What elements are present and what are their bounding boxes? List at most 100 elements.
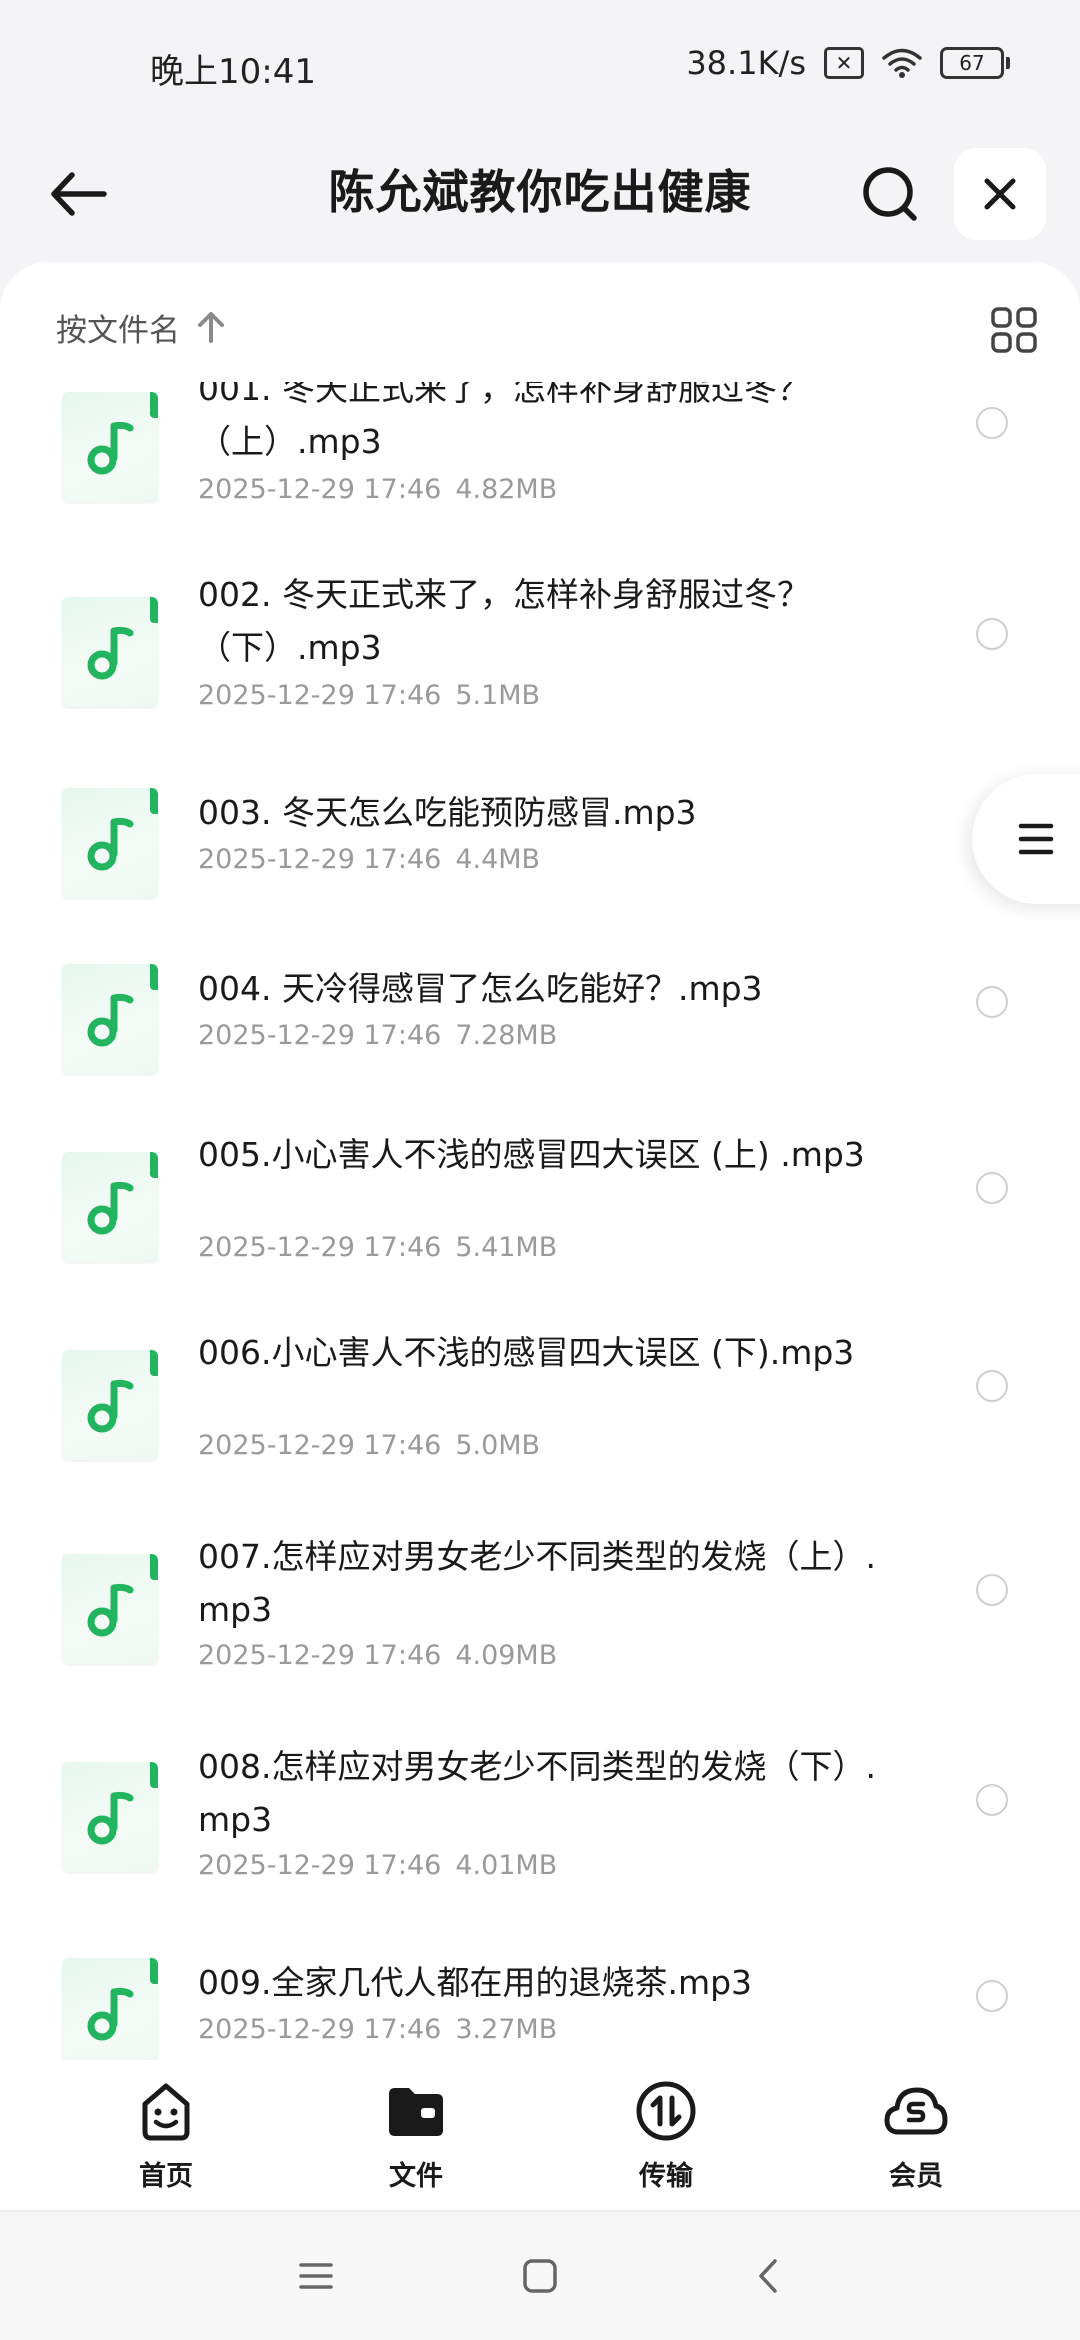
select-radio[interactable]: [976, 1980, 1008, 2012]
chevron-left-icon: [759, 2259, 777, 2293]
file-name: 005.小心害人不浅的感冒四大误区 (上) .mp3: [198, 1135, 865, 1174]
list-item[interactable]: 008.怎样应对男女老少不同类型的发烧（下）.mp3 2025-12-29 17…: [0, 1747, 1080, 1932]
file-date: 2025-12-29 17:46: [198, 844, 442, 875]
search-button[interactable]: [848, 152, 932, 236]
nav-files[interactable]: 文件: [336, 2078, 496, 2208]
list-item[interactable]: 002. 冬天正式来了，怎样补身舒服过冬？（下）.mp3 2025-12-29 …: [0, 575, 1080, 762]
audio-file-icon: [62, 1762, 158, 1872]
select-radio[interactable]: [976, 1784, 1008, 1816]
battery-level: 67: [940, 47, 1004, 79]
file-date: 2025-12-29 17:46: [198, 1640, 442, 1671]
no-sim-icon: ✕: [824, 47, 864, 79]
list-item[interactable]: 006.小心害人不浅的感冒四大误区 (下).mp3 2025-12-29 17:…: [0, 1333, 1080, 1518]
status-time: 晚上10:41: [150, 52, 316, 92]
sort-label: 按文件名: [56, 312, 180, 349]
list-item[interactable]: 007.怎样应对男女老少不同类型的发烧（上）.mp3 2025-12-29 17…: [0, 1537, 1080, 1722]
file-list-panel: 按文件名 001. 冬天正式来了，怎样补身舒服过冬？（上）.mp3 2025-1…: [0, 262, 1080, 2060]
file-name: 008.怎样应对男女老少不同类型的发烧（下）.mp3: [198, 1747, 876, 1839]
folder-icon: [389, 2088, 443, 2136]
audio-file-icon: [62, 964, 158, 1074]
back-nav-button[interactable]: [744, 2252, 792, 2300]
select-radio[interactable]: [976, 407, 1008, 439]
audio-file-icon: [62, 392, 158, 502]
status-bar: 晚上10:41 38.1K/s ✕ 67: [0, 0, 1080, 130]
list-item[interactable]: 001. 冬天正式来了，怎样补身舒服过冬？（上）.mp3 2025-12-29 …: [0, 382, 1080, 572]
status-indicators: 38.1K/s ✕ 67: [686, 44, 1010, 82]
nav-member-label: 会员: [889, 2161, 943, 2192]
file-meta: 2025-12-29 17:46 4.4MB: [198, 844, 540, 875]
close-button[interactable]: [954, 148, 1046, 240]
file-name: 007.怎样应对男女老少不同类型的发烧（上）.mp3: [198, 1537, 876, 1629]
sort-toggle[interactable]: 按文件名: [56, 302, 226, 352]
file-size: 4.82MB: [455, 474, 558, 505]
list-item[interactable]: 003. 冬天怎么吃能预防感冒.mp3 2025-12-29 17:46 4.4M…: [0, 774, 1080, 954]
audio-file-icon: [62, 1554, 158, 1664]
menu-icon: [299, 2263, 333, 2289]
select-radio[interactable]: [976, 1574, 1008, 1606]
file-name: 002. 冬天正式来了，怎样补身舒服过冬？（下）.mp3: [198, 575, 810, 667]
file-date: 2025-12-29 17:46: [198, 2014, 442, 2045]
audio-file-icon: [62, 788, 158, 898]
recents-button[interactable]: [292, 2252, 340, 2300]
audio-file-icon: [62, 597, 158, 707]
nav-member[interactable]: 会员: [836, 2078, 996, 2208]
arrow-up-icon: [198, 312, 224, 343]
net-speed: 38.1K/s: [686, 44, 806, 82]
select-radio[interactable]: [976, 618, 1008, 650]
file-name: 006.小心害人不浅的感冒四大误区 (下).mp3: [198, 1333, 855, 1372]
file-size: 4.4MB: [455, 844, 541, 875]
select-radio[interactable]: [976, 986, 1008, 1018]
wifi-icon: [882, 48, 922, 78]
file-name: 003. 冬天怎么吃能预防感冒.mp3: [198, 793, 697, 832]
file-meta: 2025-12-29 17:46 4.01MB: [198, 1850, 557, 1881]
bottom-nav: 首页 文件 传输 会员: [0, 2060, 1080, 2212]
file-date: 2025-12-29 17:46: [198, 1430, 442, 1461]
file-name: 009.全家几代人都在用的退烧茶.mp3: [198, 1963, 753, 2002]
file-size: 3.27MB: [455, 2014, 558, 2045]
file-meta: 2025-12-29 17:46 4.09MB: [198, 1640, 557, 1671]
file-date: 2025-12-29 17:46: [198, 474, 442, 505]
nav-transfer[interactable]: 传输: [586, 2078, 746, 2208]
audio-file-icon: [62, 1350, 158, 1460]
grid-view-button[interactable]: [986, 302, 1042, 358]
file-meta: 2025-12-29 17:46 5.41MB: [198, 1232, 557, 1263]
file-meta: 2025-12-29 17:46 7.28MB: [198, 1020, 557, 1051]
system-nav-bar: [0, 2212, 1080, 2340]
file-size: 4.09MB: [455, 1640, 558, 1671]
file-date: 2025-12-29 17:46: [198, 1020, 442, 1051]
file-size: 5.0MB: [455, 1430, 541, 1461]
search-icon: [863, 167, 917, 221]
file-meta: 2025-12-29 17:46 5.1MB: [198, 680, 540, 711]
nav-home-label: 首页: [139, 2161, 193, 2192]
menu-lines-icon: [1018, 823, 1054, 855]
file-list: 001. 冬天正式来了，怎样补身舒服过冬？（上）.mp3 2025-12-29 …: [0, 382, 1080, 2060]
nav-files-label: 文件: [389, 2161, 443, 2192]
file-name: 004. 天冷得感冒了怎么吃能好？.mp3: [198, 969, 763, 1008]
file-size: 5.1MB: [455, 680, 541, 711]
smile-home-icon: [142, 2083, 190, 2141]
transfer-icon: [636, 2081, 696, 2141]
file-meta: 2025-12-29 17:46 5.0MB: [198, 1430, 540, 1461]
audio-file-icon: [62, 1958, 158, 2060]
battery-icon: 67: [940, 47, 1010, 79]
list-item[interactable]: 004. 天冷得感冒了怎么吃能好？.mp3 2025-12-29 17:46 7.…: [0, 950, 1080, 1130]
file-meta: 2025-12-29 17:46 3.27MB: [198, 2014, 557, 2045]
close-icon: [984, 178, 1016, 210]
square-icon: [523, 2259, 557, 2293]
file-date: 2025-12-29 17:46: [198, 1232, 442, 1263]
nav-home[interactable]: 首页: [86, 2078, 246, 2208]
list-item[interactable]: 005.小心害人不浅的感冒四大误区 (上) .mp3 2025-12-29 17…: [0, 1135, 1080, 1320]
file-size: 4.01MB: [455, 1850, 558, 1881]
select-radio[interactable]: [976, 1370, 1008, 1402]
header: 陈允斌教你吃出健康: [0, 130, 1080, 260]
nav-transfer-label: 传输: [639, 2161, 693, 2192]
list-item[interactable]: 009.全家几代人都在用的退烧茶.mp3 2025-12-29 17:46 3.2…: [0, 1948, 1080, 2060]
audio-file-icon: [62, 1152, 158, 1262]
grid-view-icon: [991, 307, 1037, 353]
home-button[interactable]: [516, 2252, 564, 2300]
file-date: 2025-12-29 17:46: [198, 680, 442, 711]
file-size: 5.41MB: [455, 1232, 558, 1263]
file-date: 2025-12-29 17:46: [198, 1850, 442, 1881]
select-radio[interactable]: [976, 1172, 1008, 1204]
file-name: 001. 冬天正式来了，怎样补身舒服过冬？（上）.mp3: [198, 382, 810, 461]
